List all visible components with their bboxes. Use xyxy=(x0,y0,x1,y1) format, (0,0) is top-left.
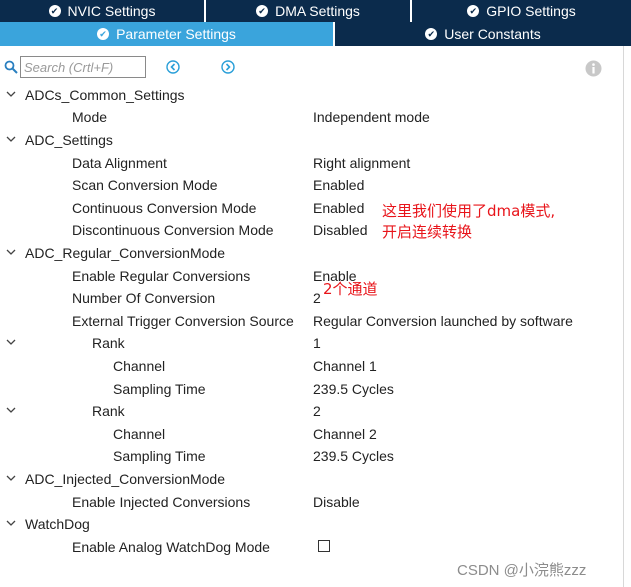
tab-label: GPIO Settings xyxy=(486,3,576,19)
param-value[interactable]: Disabled xyxy=(313,219,367,241)
tree-row-scan-conversion[interactable]: Scan Conversion Mode Enabled xyxy=(0,174,631,196)
param-label: Channel xyxy=(113,426,166,442)
tab-label: NVIC Settings xyxy=(67,3,156,19)
param-value[interactable]: Channel 2 xyxy=(313,423,377,445)
analog-watchdog-checkbox[interactable] xyxy=(318,540,330,552)
tree-row-enable-regular[interactable]: Enable Regular Conversions Enable xyxy=(0,265,631,287)
gear-icon: ✔ xyxy=(425,28,438,40)
group-label: ADC_Injected_ConversionMode xyxy=(25,471,225,487)
chevron-down-icon[interactable] xyxy=(5,88,17,100)
tree-row-external-trigger[interactable]: External Trigger Conversion Source Regul… xyxy=(0,310,631,332)
tree-row-channel-2[interactable]: Channel Channel 2 xyxy=(0,423,631,445)
tab-bar-bottom: ✔ Parameter Settings ✔ User Constants xyxy=(0,22,631,46)
chevron-down-icon[interactable] xyxy=(5,336,17,348)
chevron-down-icon[interactable] xyxy=(5,472,17,484)
group-label: ADC_Regular_ConversionMode xyxy=(25,245,225,261)
param-label: Enable Regular Conversions xyxy=(72,268,251,284)
previous-arrow-icon[interactable] xyxy=(166,60,180,74)
tree-row-number-of-conversion[interactable]: Number Of Conversion 2 xyxy=(0,287,631,309)
tree-group-injected-conversion[interactable]: ADC_Injected_ConversionMode xyxy=(0,468,631,490)
tree-row-channel-1[interactable]: Channel Channel 1 xyxy=(0,355,631,377)
tree-group-rank-2[interactable]: Rank 2 xyxy=(0,400,631,422)
tab-dma-settings[interactable]: ✔ DMA Settings xyxy=(206,0,412,22)
tab-bar-top: ✔ NVIC Settings ✔ DMA Settings ✔ GPIO Se… xyxy=(0,0,631,22)
dma-annotation: 这里我们使用了dma模式, 开启连续转换 xyxy=(382,201,556,243)
param-value[interactable]: Enabled xyxy=(313,197,364,219)
param-label: Rank xyxy=(92,403,125,419)
tab-parameter-settings[interactable]: ✔ Parameter Settings xyxy=(0,22,335,46)
chevron-down-icon[interactable] xyxy=(5,246,17,258)
search-input[interactable] xyxy=(20,56,146,78)
annotation-line: 开启连续转换 xyxy=(382,223,473,241)
param-value[interactable]: Channel 1 xyxy=(313,355,377,377)
tree-group-regular-conversion[interactable]: ADC_Regular_ConversionMode xyxy=(0,242,631,264)
param-value[interactable]: Right alignment xyxy=(313,152,410,174)
chevron-down-icon[interactable] xyxy=(5,133,17,145)
param-value[interactable]: 1 xyxy=(313,332,321,354)
gear-icon: ✔ xyxy=(467,5,480,17)
param-value[interactable]: Enabled xyxy=(313,174,364,196)
tree-row-mode[interactable]: Mode Independent mode xyxy=(0,106,631,128)
param-value[interactable]: 2 xyxy=(313,400,321,422)
channels-annotation: 2个通道 xyxy=(323,280,378,298)
param-label: Continuous Conversion Mode xyxy=(72,200,257,216)
search-icon[interactable] xyxy=(4,60,18,74)
param-label: Data Alignment xyxy=(72,155,167,171)
param-label: Mode xyxy=(72,109,108,125)
param-label: Channel xyxy=(113,358,166,374)
tree-row-enable-injected[interactable]: Enable Injected Conversions Disable xyxy=(0,491,631,513)
chevron-down-icon[interactable] xyxy=(5,404,17,416)
watermark: CSDN @小浣熊zzz xyxy=(457,562,587,579)
param-value[interactable]: Disable xyxy=(313,491,360,513)
group-label: ADCs_Common_Settings xyxy=(25,87,185,103)
param-value[interactable]: 239.5 Cycles xyxy=(313,445,394,467)
gear-icon: ✔ xyxy=(97,28,110,40)
tree-group-watchdog[interactable]: WatchDog xyxy=(0,513,631,535)
group-label: ADC_Settings xyxy=(25,132,113,148)
param-label: Sampling Time xyxy=(113,381,206,397)
tab-gpio-settings[interactable]: ✔ GPIO Settings xyxy=(412,0,631,22)
param-label: External Trigger Conversion Source xyxy=(72,313,294,329)
param-label: Enable Injected Conversions xyxy=(72,494,251,510)
gear-icon: ✔ xyxy=(48,5,61,17)
param-label: Scan Conversion Mode xyxy=(72,177,218,193)
tab-nvic-settings[interactable]: ✔ NVIC Settings xyxy=(0,0,206,22)
param-label: Sampling Time xyxy=(113,448,206,464)
param-value[interactable]: 2 xyxy=(313,287,321,309)
tree-row-data-alignment[interactable]: Data Alignment Right alignment xyxy=(0,152,631,174)
gear-icon: ✔ xyxy=(256,5,269,17)
param-label: Discontinuous Conversion Mode xyxy=(72,222,274,238)
param-label: Rank xyxy=(92,335,125,351)
param-value[interactable]: 239.5 Cycles xyxy=(313,378,394,400)
next-arrow-icon[interactable] xyxy=(221,60,235,74)
param-value[interactable]: Independent mode xyxy=(313,106,430,128)
tree-group-adcs-common[interactable]: ADCs_Common_Settings xyxy=(0,84,631,106)
param-value[interactable]: Regular Conversion launched by software xyxy=(313,310,573,332)
tab-user-constants[interactable]: ✔ User Constants xyxy=(335,22,631,46)
tree-row-sampling-time-2[interactable]: Sampling Time 239.5 Cycles xyxy=(0,445,631,467)
group-label: WatchDog xyxy=(25,516,90,532)
param-label: Number Of Conversion xyxy=(72,290,216,306)
search-bar xyxy=(0,56,631,80)
annotation-line: 这里我们使用了dma模式, xyxy=(382,202,556,220)
tree-group-rank-1[interactable]: Rank 1 xyxy=(0,332,631,354)
tree-row-enable-analog-watchdog[interactable]: Enable Analog WatchDog Mode xyxy=(0,536,631,558)
tree-row-sampling-time-1[interactable]: Sampling Time 239.5 Cycles xyxy=(0,378,631,400)
tab-label: DMA Settings xyxy=(275,3,360,19)
chevron-down-icon[interactable] xyxy=(5,517,17,529)
tab-label: User Constants xyxy=(444,26,541,42)
tree-group-adc-settings[interactable]: ADC_Settings xyxy=(0,129,631,151)
info-icon[interactable] xyxy=(585,60,602,77)
param-label: Enable Analog WatchDog Mode xyxy=(72,539,270,555)
tab-label: Parameter Settings xyxy=(116,26,236,42)
